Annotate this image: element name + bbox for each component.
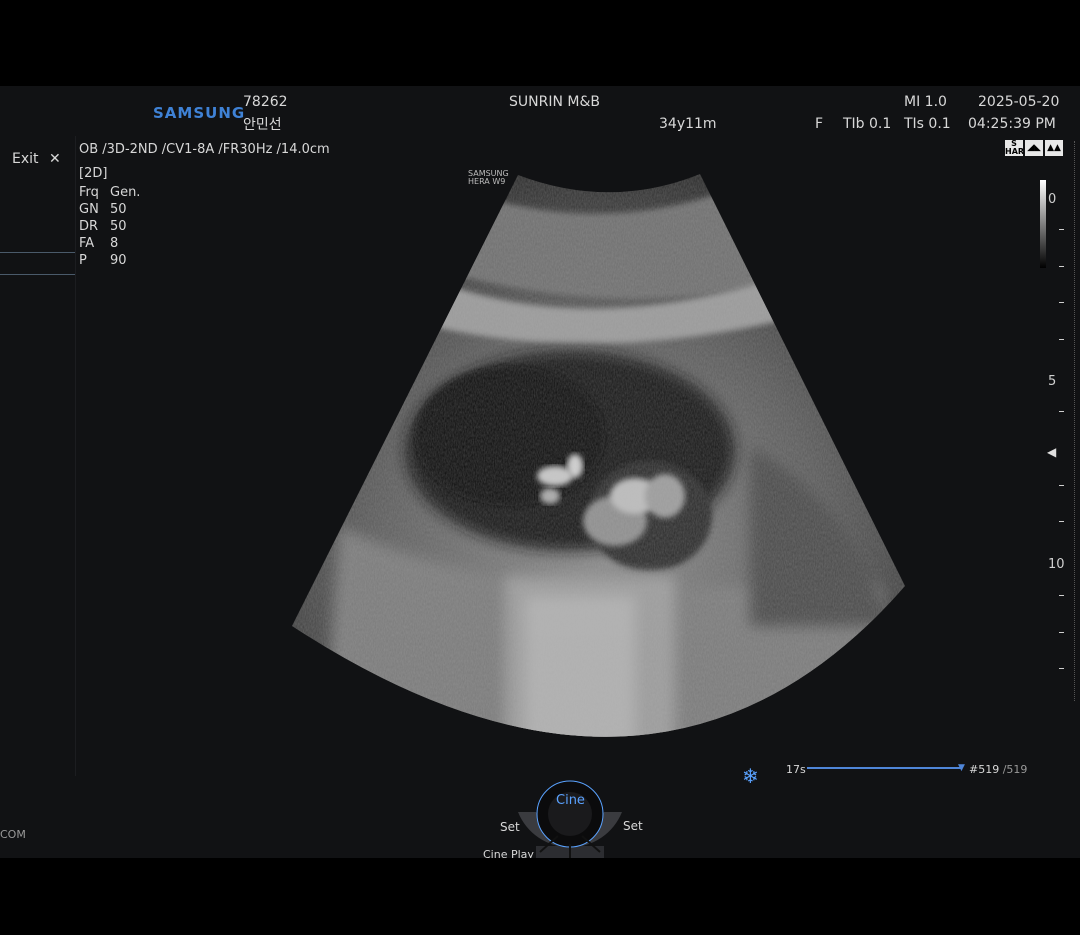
param-list: Frq Gen. GN 50 DR 50 FA 8 P 90 bbox=[79, 184, 169, 269]
depth-label-5: 5 bbox=[1048, 374, 1057, 389]
depth-tick bbox=[1059, 266, 1064, 267]
institution-name: SUNRIN M&B bbox=[509, 94, 600, 110]
exit-button[interactable]: Exit ✕ bbox=[12, 151, 61, 167]
close-icon: ✕ bbox=[48, 151, 61, 167]
cine-cursor-icon[interactable]: ▼ bbox=[958, 763, 965, 773]
mi-value: MI 1.0 bbox=[904, 94, 947, 110]
depth-tick bbox=[1059, 521, 1064, 522]
param-dr: DR 50 bbox=[79, 219, 127, 234]
cine-dial[interactable] bbox=[500, 774, 640, 858]
cine-button[interactable]: Cine bbox=[556, 793, 585, 808]
depth-tick bbox=[1059, 339, 1064, 340]
har-icon: S HAR bbox=[1005, 139, 1025, 156]
focus-marker-icon: ◀ bbox=[1047, 445, 1057, 459]
depth-label-0: 0 bbox=[1048, 192, 1057, 207]
patient-age: 34y11m bbox=[659, 116, 717, 132]
depth-label-10: 10 bbox=[1048, 557, 1065, 572]
right-edge-scale bbox=[1074, 141, 1077, 701]
exam-date: 2025-05-20 bbox=[978, 94, 1060, 110]
cine-progress-bar[interactable] bbox=[807, 767, 962, 769]
depth-tick bbox=[1059, 411, 1064, 412]
ultrasound-screen: SAMSUNG 78262 안민선 SUNRIN M&B 34y11m MI 1… bbox=[0, 86, 1080, 858]
cine-play-button[interactable]: Cine Play bbox=[483, 848, 534, 858]
depth-tick bbox=[1059, 595, 1064, 596]
depth-tick bbox=[1059, 668, 1064, 669]
depth-tick bbox=[1059, 632, 1064, 633]
param-fa: FA 8 bbox=[79, 236, 119, 251]
probe-icon: ◢◣ bbox=[1025, 140, 1043, 156]
left-panel-divider bbox=[75, 136, 76, 776]
ultrasound-image bbox=[292, 174, 905, 737]
focus-indicator: F bbox=[815, 116, 824, 132]
grayscale-bar bbox=[1040, 180, 1046, 268]
tib-value: TIb 0.1 bbox=[843, 116, 892, 132]
exit-label: Exit bbox=[12, 151, 39, 167]
mode-label: [2D] bbox=[79, 166, 108, 181]
brand-logo: SAMSUNG bbox=[153, 104, 246, 122]
snowflake-icon: ❄ bbox=[742, 764, 759, 788]
param-p: P 90 bbox=[79, 253, 127, 268]
person-icon: ▲▲ bbox=[1045, 140, 1063, 156]
patient-name: 안민선 bbox=[243, 117, 282, 133]
depth-tick bbox=[1059, 229, 1064, 230]
set-left-button[interactable]: Set bbox=[500, 820, 520, 834]
param-gn: GN 50 bbox=[79, 202, 127, 217]
system-watermark: SAMSUNG HERA W9 bbox=[468, 169, 509, 186]
bottom-left-text: COM bbox=[0, 828, 26, 841]
depth-tick bbox=[1059, 485, 1064, 486]
tis-value: TIs 0.1 bbox=[904, 116, 951, 132]
set-right-button[interactable]: Set bbox=[623, 819, 643, 833]
param-frq: Frq Gen. bbox=[79, 185, 141, 200]
cine-frame: #519 /519 bbox=[969, 763, 1028, 776]
side-input-box[interactable] bbox=[0, 252, 76, 275]
probe-info: OB /3D-2ND /CV1-8A /FR30Hz /14.0cm bbox=[79, 142, 330, 157]
patient-id: 78262 bbox=[243, 94, 288, 110]
cine-time: 17s bbox=[786, 763, 806, 776]
exam-time: 04:25:39 PM bbox=[968, 116, 1056, 132]
depth-tick bbox=[1059, 302, 1064, 303]
